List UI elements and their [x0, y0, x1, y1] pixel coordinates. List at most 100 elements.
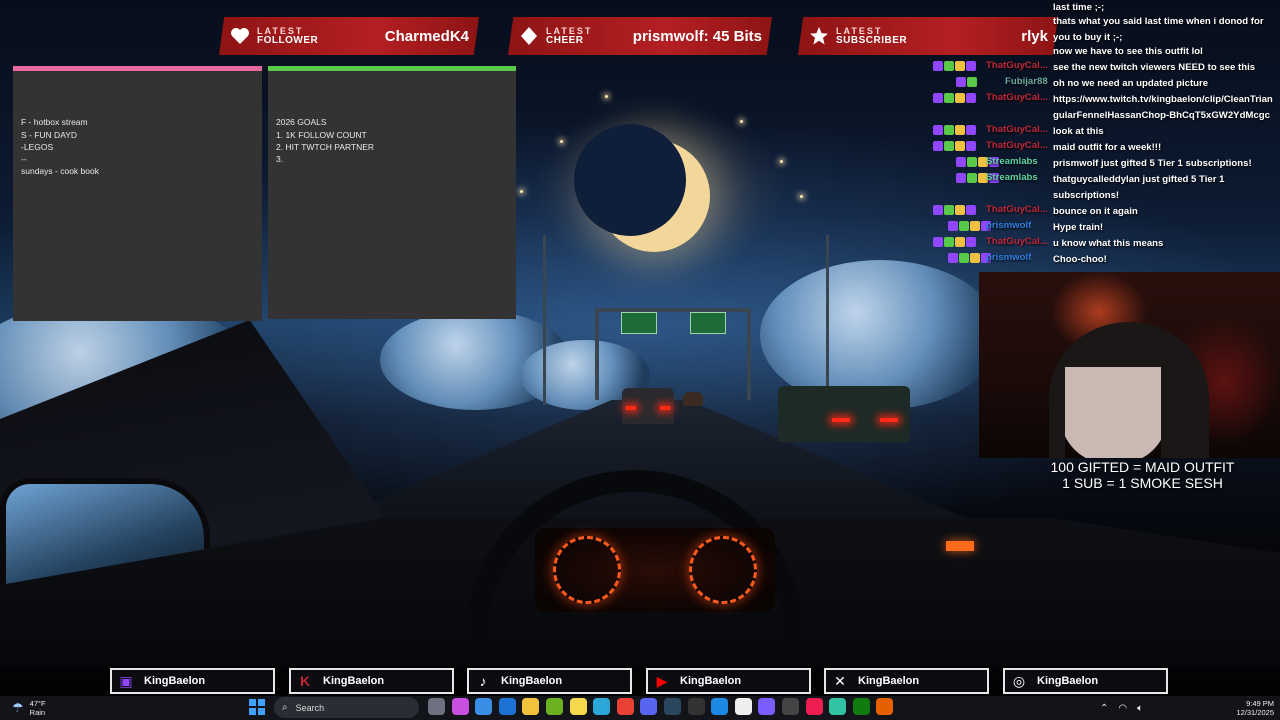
- chevron-up-icon[interactable]: ⌃: [1100, 703, 1108, 714]
- kick-icon: K: [299, 673, 311, 689]
- goals-note: 2026 GOALS 1. 1K FOLLOW COUNT 2. HIT TWT…: [268, 66, 516, 319]
- chat-badge-icon: [970, 253, 980, 263]
- copilot-icon[interactable]: [452, 698, 469, 715]
- windows-logo-tile: [249, 708, 256, 715]
- instagram-icon: ◎: [1012, 672, 1026, 689]
- task-view-icon[interactable]: [428, 698, 445, 715]
- chat-badge-icon: [956, 157, 966, 167]
- x-icon: ✕: [834, 672, 846, 689]
- schedule-note: F - hotbox stream S - FUN DAYD -LEGOS --…: [13, 66, 262, 321]
- chat-username[interactable]: prismwolf: [986, 220, 1031, 231]
- goal-line-2: 1 SUB = 1 SMOKE SESH: [1062, 475, 1223, 491]
- social-handle-name: KingBaelon: [323, 675, 385, 687]
- steam-icon[interactable]: [664, 698, 681, 715]
- chat-message: prismwolf Hype train!: [928, 220, 1280, 236]
- star: [520, 190, 523, 193]
- chat-username[interactable]: prismwolf: [986, 252, 1031, 263]
- capcut-icon[interactable]: [735, 698, 752, 715]
- social-handle-name: KingBaelon: [1037, 675, 1099, 687]
- chat-message-text: oh no we need an updated picture: [1053, 78, 1209, 89]
- chat-username[interactable]: Fubijar88: [1005, 76, 1048, 87]
- highway-sign: [621, 312, 657, 334]
- star: [605, 95, 608, 98]
- goals-note-text: 2026 GOALS 1. 1K FOLLOW COUNT 2. HIT TWT…: [276, 117, 375, 165]
- chat-message: ThatGuyCal... maid outfit for a week!!!: [928, 140, 1280, 156]
- chat-username[interactable]: ThatGuyCal...: [986, 60, 1048, 71]
- explorer-icon[interactable]: [522, 698, 539, 715]
- store-icon[interactable]: [475, 698, 492, 715]
- chat-message: ThatGuyCal... look at this: [928, 124, 1280, 140]
- discord-icon[interactable]: [640, 698, 657, 715]
- network-wifi-icon[interactable]: ◠: [1118, 703, 1127, 714]
- chat-username[interactable]: ThatGuyCal...: [986, 140, 1048, 151]
- street-light-pole: [826, 235, 829, 405]
- social-handle[interactable]: ✕ KingBaelon: [824, 668, 989, 694]
- social-handle[interactable]: ♪ KingBaelon: [467, 668, 632, 694]
- taskbar-search-box[interactable]: ⌕ Search: [274, 697, 419, 718]
- chat-badges: [948, 253, 991, 263]
- social-handle[interactable]: ▣ KingBaelon: [110, 668, 275, 694]
- taillight: [660, 406, 670, 410]
- streamlabs-icon[interactable]: [829, 698, 846, 715]
- chat-message-text: see the new twitch viewers NEED to see t…: [1053, 62, 1256, 73]
- rain-weather-icon: ☂: [12, 700, 24, 715]
- taillight: [880, 418, 898, 422]
- chat-badge-icon: [956, 77, 966, 87]
- tachometer-gauge: [689, 536, 757, 604]
- chat-message-text: Choo-choo!: [1053, 254, 1107, 265]
- tiktok-app-icon[interactable]: [806, 698, 823, 715]
- firefox-icon[interactable]: [876, 698, 893, 715]
- dashboard-light: [946, 541, 974, 551]
- alert-kind-big: FOLLOWER: [257, 35, 319, 46]
- chat-username[interactable]: ThatGuyCal...: [986, 236, 1048, 247]
- alert-kind-big: CHEER: [546, 35, 584, 46]
- chat-badge-icon: [967, 173, 977, 183]
- chat-message: now we have to see this outfit lol: [928, 44, 1280, 60]
- star: [780, 160, 783, 163]
- chat-username[interactable]: ThatGuyCal...: [986, 92, 1048, 103]
- chat-badge-icon: [944, 237, 954, 247]
- social-handle[interactable]: ▶ KingBaelon: [646, 668, 811, 694]
- star: [740, 120, 743, 123]
- chat-username[interactable]: ThatGuyCal...: [986, 204, 1048, 215]
- chat-message-text: look at this: [1053, 126, 1104, 137]
- latest-cheer-banner: LATEST CHEER prismwolf: 45 Bits: [508, 17, 772, 55]
- chat-badges: [933, 93, 976, 103]
- chrome-icon[interactable]: [617, 698, 634, 715]
- chat-badge-icon: [944, 61, 954, 71]
- webcam-feed: [979, 272, 1280, 458]
- social-handle-name: KingBaelon: [144, 675, 206, 687]
- grid-app-icon[interactable]: [758, 698, 775, 715]
- chat-username[interactable]: Streamlabs: [986, 172, 1038, 183]
- windows-logo-tile: [258, 699, 265, 706]
- chat-overlay: last time ;-; thats what you said last ti…: [928, 0, 1280, 270]
- messenger-icon[interactable]: [711, 698, 728, 715]
- diamond-icon: [518, 25, 540, 47]
- obs-icon[interactable]: [782, 698, 799, 715]
- start-button[interactable]: [249, 699, 265, 715]
- chat-badge-icon: [967, 77, 977, 87]
- chat-message-text: Hype train!: [1053, 222, 1104, 233]
- highway-sign: [690, 312, 726, 334]
- xbox-icon[interactable]: [853, 698, 870, 715]
- chat-username[interactable]: ThatGuyCal...: [986, 124, 1048, 135]
- chat-message-text: now we have to see this outfit lol: [1053, 46, 1203, 57]
- epic-icon[interactable]: [688, 698, 705, 715]
- nvidia-icon[interactable]: [546, 698, 563, 715]
- weather-widget[interactable]: ☂ 47°F Rain: [12, 696, 46, 720]
- sticky-notes-icon[interactable]: [570, 698, 587, 715]
- chat-badge-icon: [966, 205, 976, 215]
- outlook-icon[interactable]: [499, 698, 516, 715]
- social-handle[interactable]: K KingBaelon: [289, 668, 454, 694]
- chat-message-text: thats what you said last time when i don…: [1053, 16, 1264, 43]
- chat-username[interactable]: Streamlabs: [986, 156, 1038, 167]
- search-icon: ⌕: [282, 702, 288, 713]
- edge-icon[interactable]: [593, 698, 610, 715]
- social-handle[interactable]: ◎ KingBaelon: [1003, 668, 1168, 694]
- chat-badge-icon: [944, 205, 954, 215]
- alert-kind: LATEST SUBSCRIBER: [836, 26, 907, 46]
- taskbar-clock[interactable]: 9:49 PM 12/31/2025: [1218, 696, 1274, 720]
- chat-badge-icon: [966, 61, 976, 71]
- volume-icon[interactable]: 🔈︎: [1137, 703, 1143, 714]
- chat-message: ThatGuyCal... bounce on it again: [928, 204, 1280, 220]
